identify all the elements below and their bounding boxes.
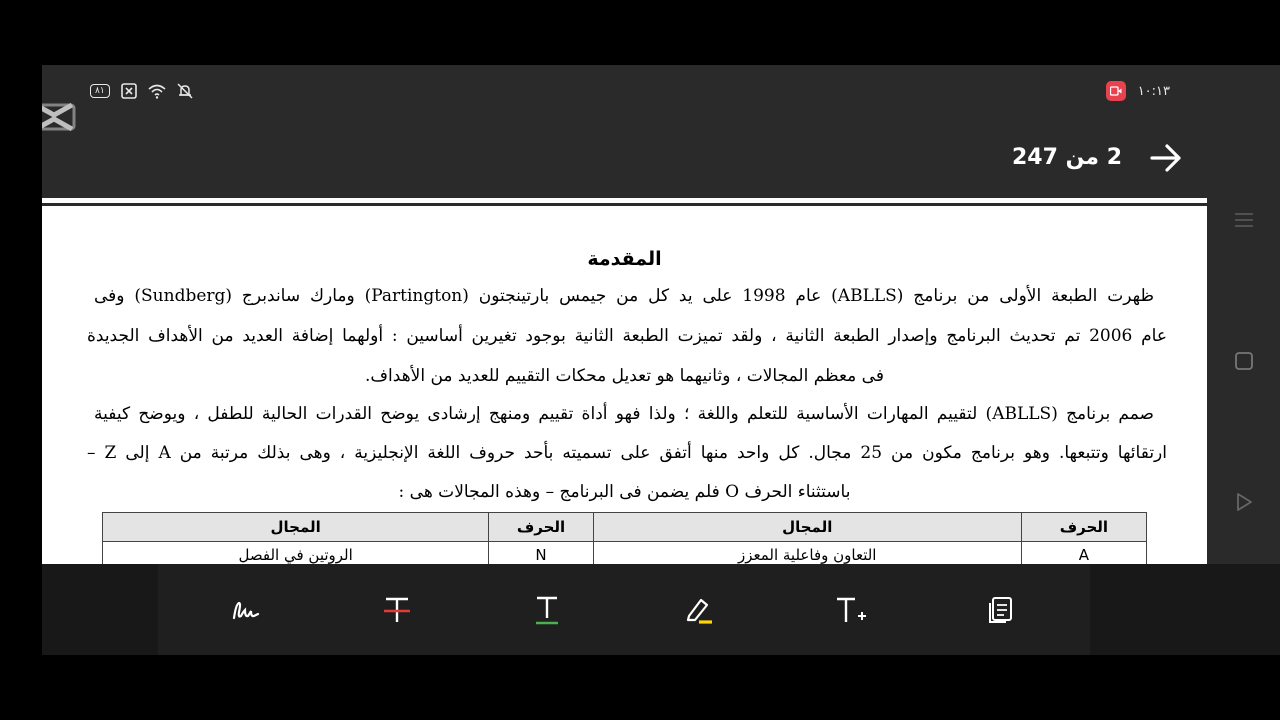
paragraph-line: ظهرت الطبعة الأولى من برنامج (ABLLS) عام…: [94, 286, 1154, 306]
underline-text-icon: [536, 596, 558, 625]
menu-icon[interactable]: [1233, 209, 1255, 231]
wifi-icon: [148, 84, 166, 99]
pages-icon: [989, 597, 1012, 623]
strikethrough-tool-button[interactable]: [379, 592, 415, 628]
close-box-icon: [120, 83, 137, 99]
status-icons-right: ١٠:١٣: [1105, 81, 1170, 101]
header-divider: [42, 198, 1207, 203]
page-indicator: 2 من 247: [1012, 145, 1122, 170]
bell-muted-icon: [177, 83, 193, 99]
column-header: الحرف: [1020, 512, 1148, 542]
phone-screen: ٨١ ١٠:١٣ 2 من 247 المقدمة ظهرت الطبعة ال…: [42, 65, 1280, 655]
viewer-header: 2 من 247: [42, 117, 1207, 197]
add-text-icon: [837, 597, 866, 622]
toolbar-panel: [158, 564, 1090, 655]
arrow-right-icon[interactable]: [1149, 143, 1183, 173]
highlighter-icon: [686, 598, 712, 624]
table-cell: A: [1020, 541, 1148, 566]
document-page: المقدمة ظهرت الطبعة الأولى من برنامج (AB…: [42, 206, 1207, 566]
table-cell: التعاون وفاعلية المعزز: [592, 541, 1022, 566]
column-header: المجال: [592, 512, 1022, 542]
signature-icon: [232, 601, 260, 620]
underline-tool-button[interactable]: [529, 592, 565, 628]
paragraph-line: فى معظم المجالات ، وثانيهما هو تعديل محك…: [365, 366, 884, 386]
status-bar: ٨١ ١٠:١٣: [42, 65, 1280, 117]
column-header: المجال: [101, 512, 490, 542]
paragraph-line: عام 2006 تم تحديث البرنامج وإصدار الطبعة…: [87, 326, 1167, 346]
add-text-tool-button[interactable]: [833, 592, 869, 628]
document-title: المقدمة: [587, 248, 662, 270]
paragraph-line: باستثناء الحرف O فلم يضمن فى البرنامج – …: [398, 482, 851, 502]
annotation-toolbar: [42, 564, 1280, 655]
highlight-tool-button[interactable]: [680, 592, 716, 628]
status-icons-left: ٨١: [90, 82, 194, 100]
table-row: A التعاون وفاعلية المعزز N الروتين في ال…: [101, 541, 1148, 566]
strikethrough-text-icon: [384, 597, 410, 622]
paragraph-line: صمم برنامج (ABLLS) لتقييم المهارات الأسا…: [94, 404, 1154, 424]
domains-table: الحرف المجال الحرف المجال A التعاون وفاع…: [101, 512, 1148, 566]
clock: ١٠:١٣: [1137, 83, 1170, 99]
column-header: الحرف: [488, 512, 594, 542]
paragraph-line: ارتقائها وتتبعها. وهو برنامج مكون من 25 …: [87, 443, 1167, 463]
signature-tool-button[interactable]: [228, 592, 264, 628]
table-header-row: الحرف المجال الحرف المجال: [101, 512, 1148, 542]
table-cell: الروتين في الفصل: [101, 541, 490, 566]
back-triangle-icon[interactable]: [1233, 491, 1255, 513]
table-cell: N: [488, 541, 594, 566]
home-square-icon[interactable]: [1233, 350, 1255, 372]
pages-tool-button[interactable]: [984, 592, 1020, 628]
battery-indicator: ٨١: [90, 84, 110, 98]
screen-record-icon: [1105, 81, 1126, 101]
